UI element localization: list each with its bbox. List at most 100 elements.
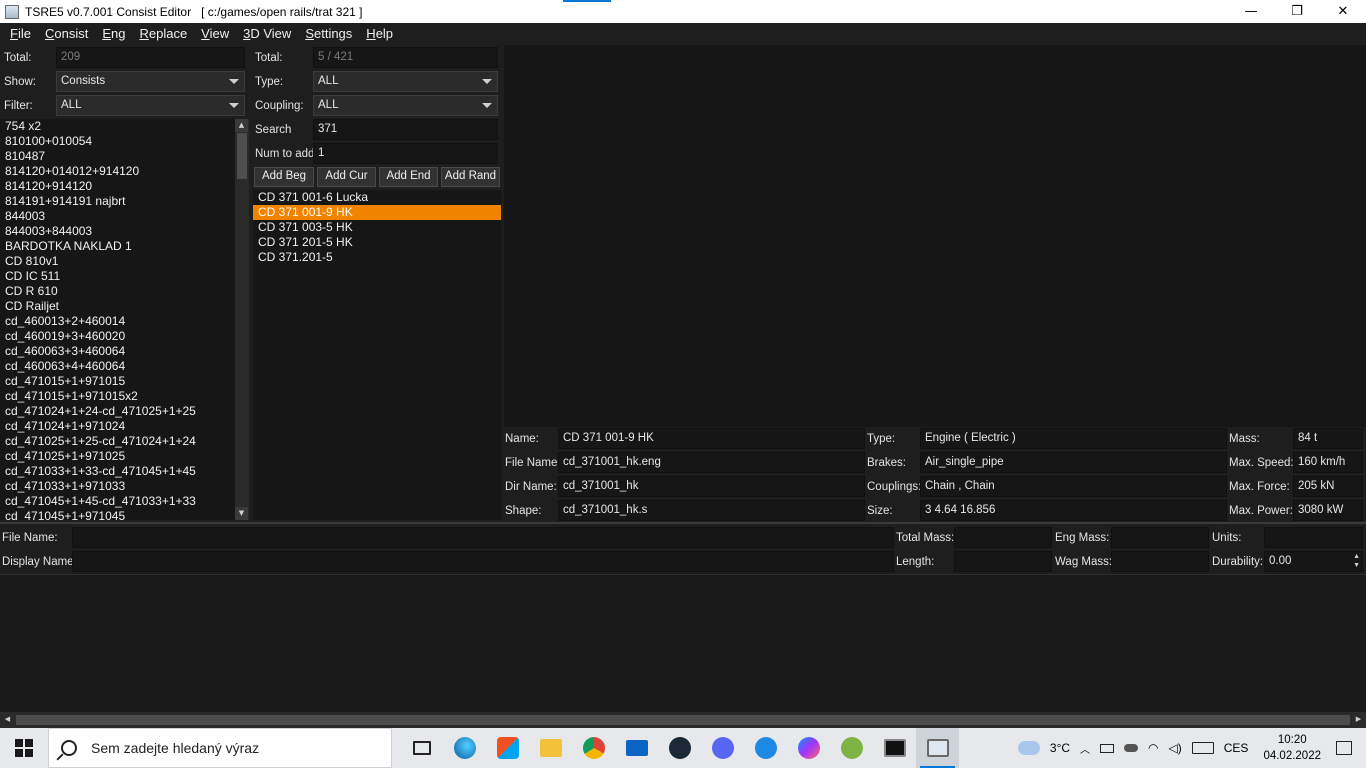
detail-size-value: 3 4.64 16.856	[920, 500, 1227, 521]
num-to-add-label: Num to add	[255, 148, 315, 160]
consist-list-item[interactable]: 814120+014012+914120	[0, 164, 235, 179]
taskbar-edge[interactable]	[443, 728, 486, 768]
taskbar-discord[interactable]	[701, 728, 744, 768]
consist-list-item[interactable]: CD Railjet	[0, 299, 235, 314]
engine-list-item[interactable]: CD 371 003-5 HK	[253, 220, 501, 235]
consist-list[interactable]: 754 x2 810100+010054 810487 814120+014012+9…	[0, 119, 235, 520]
consist-list-item[interactable]: cd_471015+1+971015x2	[0, 389, 235, 404]
taskbar-clock[interactable]: 10:20 04.02.2022	[1263, 732, 1321, 764]
consist-list-item[interactable]: cd_471045+1+45-cd_471033+1+33	[0, 494, 235, 509]
menu-consist[interactable]: Consist	[38, 26, 95, 41]
menu-view[interactable]: View	[194, 26, 236, 41]
consist-list-item[interactable]: 844003+844003	[0, 224, 235, 239]
show-select[interactable]: Consists	[56, 71, 245, 92]
wifi-icon[interactable]: ◠	[1148, 741, 1158, 755]
scroll-down-icon[interactable]: ▼	[235, 507, 248, 520]
menu-3d-view[interactable]: 3D View	[236, 26, 298, 41]
consist-view[interactable]	[0, 574, 1366, 712]
taskbar-terminal[interactable]	[873, 728, 916, 768]
taskbar-search[interactable]: Sem zadejte hledaný výraz	[48, 728, 392, 768]
consist-list-item[interactable]: CD R 610	[0, 284, 235, 299]
app-green-icon	[840, 737, 863, 759]
menu-replace[interactable]: Replace	[132, 26, 194, 41]
consist-list-item[interactable]: cd_460019+3+460020	[0, 329, 235, 344]
start-button[interactable]	[0, 728, 48, 768]
filter-select[interactable]: ALL	[56, 95, 245, 116]
menu-eng[interactable]: Eng	[95, 26, 132, 41]
chevron-down-icon	[229, 103, 239, 108]
speaker-icon[interactable]: ◁)	[1169, 741, 1182, 755]
consist-list-item[interactable]: cd_471024+1+24-cd_471025+1+25	[0, 404, 235, 419]
consist-horizontal-scrollbar[interactable]: ◀ ▶	[0, 712, 1366, 728]
type-select[interactable]: ALL	[313, 71, 498, 92]
detail-brakes-value: Air_single_pipe	[920, 452, 1227, 473]
show-label: Show:	[4, 76, 36, 88]
taskbar-app-green[interactable]	[830, 728, 873, 768]
consist-list-item[interactable]: cd_471033+1+971033	[0, 479, 235, 494]
weather-temp[interactable]: 3°C	[1050, 741, 1070, 755]
scroll-up-icon[interactable]: ▲	[235, 119, 248, 132]
consist-display-input[interactable]	[72, 551, 894, 572]
tray-expand-icon[interactable]: ︿	[1080, 741, 1090, 756]
consist-list-item[interactable]: 810487	[0, 149, 235, 164]
notifications-icon[interactable]	[1336, 741, 1352, 755]
spin-arrows-icon[interactable]: ▲ ▼	[1353, 552, 1360, 570]
consist-list-item[interactable]: cd_460013+2+460014	[0, 314, 235, 329]
taskbar-mail[interactable]	[615, 728, 658, 768]
language-indicator[interactable]: CES	[1224, 741, 1249, 755]
add-cur-button[interactable]: Add Cur	[317, 167, 376, 187]
num-to-add-input[interactable]: 1	[313, 143, 498, 164]
keyboard-icon[interactable]	[1191, 742, 1214, 754]
consist-list-item[interactable]: 844003	[0, 209, 235, 224]
consist-list-item[interactable]: cd_471025+1+971025	[0, 449, 235, 464]
consist-list-item[interactable]: CD 810v1	[0, 254, 235, 269]
consist-list-item[interactable]: cd_471025+1+25-cd_471024+1+24	[0, 434, 235, 449]
minimize-button[interactable]: —	[1228, 0, 1274, 23]
3d-preview-area[interactable]	[504, 45, 1366, 427]
engine-list[interactable]: CD 371 001-6 Lucka CD 371 001-9 HK CD 371 …	[253, 190, 501, 520]
consist-list-item[interactable]: 814120+914120	[0, 179, 235, 194]
consist-file-input[interactable]	[72, 527, 894, 548]
maximize-button[interactable]: ❐	[1274, 0, 1320, 23]
engine-list-item[interactable]: CD 371.201-5	[253, 250, 501, 265]
scroll-right-icon[interactable]: ▶	[1352, 713, 1365, 726]
durability-spinbox[interactable]: 0.00 ▲ ▼	[1264, 551, 1363, 572]
coupling-select[interactable]: ALL	[313, 95, 498, 116]
taskbar-tsre5[interactable]	[916, 728, 959, 768]
consist-list-item[interactable]: cd_471015+1+971015	[0, 374, 235, 389]
engine-list-item[interactable]: CD 371 201-5 HK	[253, 235, 501, 250]
taskbar-steam[interactable]	[658, 728, 701, 768]
wag-mass-field	[1111, 551, 1209, 572]
consist-list-item[interactable]: 814191+914191 najbrt	[0, 194, 235, 209]
add-end-button[interactable]: Add End	[379, 167, 438, 187]
scroll-left-icon[interactable]: ◀	[1, 713, 14, 726]
menu-file[interactable]: File	[3, 26, 38, 41]
consist-list-item[interactable]: BARDOTKA NAKLAD 1	[0, 239, 235, 254]
consist-list-item[interactable]: 754 x2	[0, 119, 235, 134]
taskbar-messenger[interactable]	[787, 728, 830, 768]
scroll-thumb[interactable]	[237, 133, 247, 179]
consist-list-item[interactable]: CD IC 511	[0, 269, 235, 284]
consist-list-item[interactable]: cd_460063+3+460064	[0, 344, 235, 359]
taskbar-chrome[interactable]	[572, 728, 615, 768]
consist-list-item[interactable]: cd_460063+4+460064	[0, 359, 235, 374]
taskbar-store[interactable]	[486, 728, 529, 768]
taskbar-app-blue[interactable]	[744, 728, 787, 768]
consist-list-item[interactable]: cd_471045+1+971045	[0, 509, 235, 520]
menu-settings[interactable]: Settings	[298, 26, 359, 41]
engine-list-item[interactable]: CD 371 001-6 Lucka	[253, 190, 501, 205]
close-button[interactable]: ✕	[1320, 0, 1366, 23]
add-rand-button[interactable]: Add Rand	[441, 167, 500, 187]
consist-list-scrollbar[interactable]: ▲ ▼	[235, 119, 249, 520]
consist-list-item[interactable]: cd_471033+1+33-cd_471045+1+45	[0, 464, 235, 479]
search-input[interactable]: 371	[313, 119, 498, 140]
engine-list-item[interactable]: CD 371 001-9 HK	[253, 205, 501, 220]
consist-list-item[interactable]: 810100+010054	[0, 134, 235, 149]
consist-list-item[interactable]: cd_471024+1+971024	[0, 419, 235, 434]
add-beg-button[interactable]: Add Beg	[254, 167, 314, 187]
horizontal-scroll-thumb[interactable]	[16, 715, 1350, 725]
taskbar-explorer[interactable]	[529, 728, 572, 768]
battery-icon	[1100, 743, 1115, 753]
menu-help[interactable]: Help	[359, 26, 400, 41]
task-view-button[interactable]	[400, 728, 443, 768]
